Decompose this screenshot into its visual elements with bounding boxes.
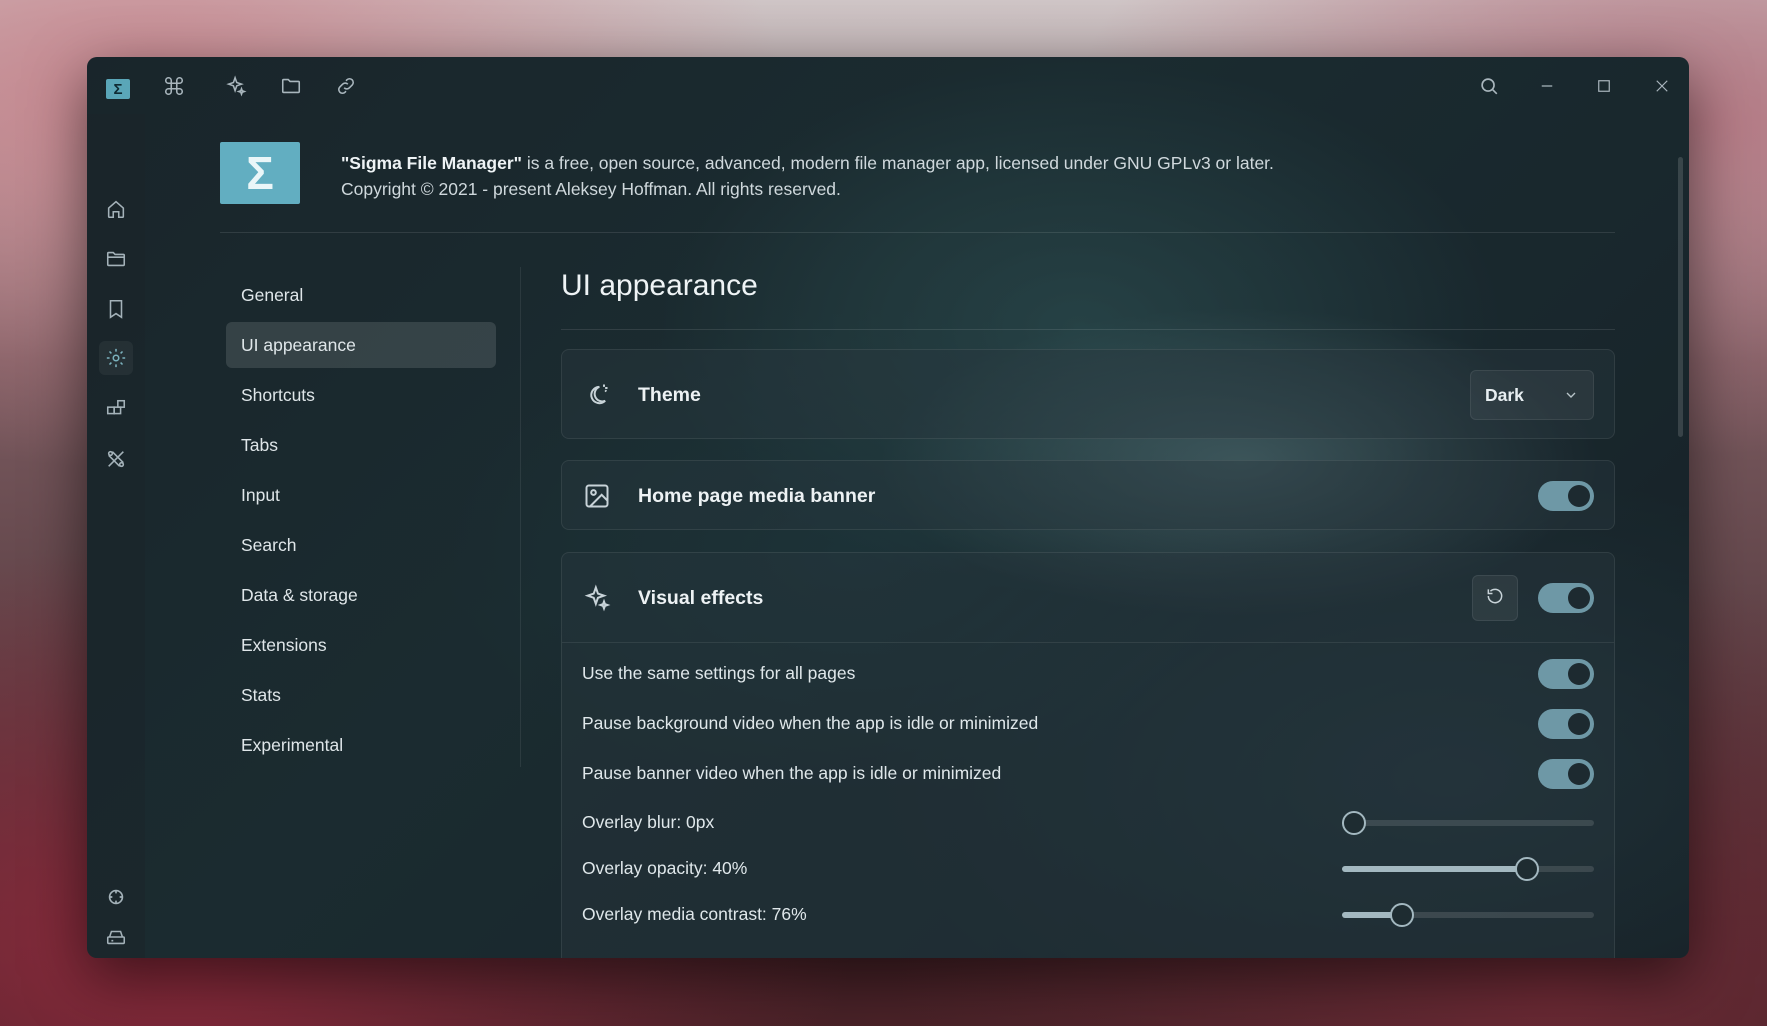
visual-effects-label: Visual effects: [638, 587, 764, 609]
toggle-knob: [1568, 587, 1590, 609]
visual-effects-toggle[interactable]: [1538, 583, 1594, 613]
title-divider: [561, 329, 1615, 330]
nav-item-search[interactable]: Search: [226, 522, 496, 568]
pause-banner-video-toggle[interactable]: [1538, 759, 1594, 789]
about-copyright: Copyright © 2021 - present Aleksey Hoffm…: [341, 179, 841, 199]
media-banner-label: Home page media banner: [638, 485, 876, 507]
overlay-opacity-label: Overlay opacity: 40%: [582, 858, 748, 878]
toggle-knob: [1568, 663, 1590, 685]
nav-item-ui-appearance[interactable]: UI appearance: [226, 322, 496, 368]
about-description: is a free, open source, advanced, modern…: [521, 153, 1274, 173]
media-banner-card: Home page media banner: [561, 460, 1615, 530]
pause-background-video-label: Pause background video when the app is i…: [582, 713, 1039, 733]
theme-icon: [582, 380, 612, 410]
slider-thumb[interactable]: [1515, 857, 1540, 881]
theme-label: Theme: [638, 384, 701, 406]
sparkles-icon[interactable]: [223, 73, 249, 99]
chevron-down-icon: [1563, 387, 1579, 408]
app-logo[interactable]: Σ: [106, 79, 130, 99]
sparkles-icon: [582, 583, 612, 613]
header-divider: [220, 232, 1615, 233]
visual-effects-card: Visual effects Use the same settings for…: [561, 552, 1615, 958]
about-app-name: "Sigma File Manager": [341, 153, 522, 173]
overlay-contrast-slider[interactable]: [1342, 903, 1594, 927]
nav-item-experimental[interactable]: Experimental: [226, 722, 496, 768]
home-icon[interactable]: [103, 196, 129, 222]
overlay-blur-slider[interactable]: [1342, 811, 1594, 835]
same-settings-label: Use the same settings for all pages: [582, 663, 856, 683]
pause-banner-video-label: Pause banner video when the app is idle …: [582, 763, 1002, 783]
folder-icon[interactable]: [278, 73, 304, 99]
slider-thumb[interactable]: [1342, 811, 1366, 835]
page-title: UI appearance: [561, 269, 758, 302]
title-bar: Σ: [87, 57, 1689, 114]
search-icon[interactable]: [1476, 73, 1502, 99]
maximize-icon[interactable]: [1591, 73, 1617, 99]
about-line-1: "Sigma File Manager" is a free, open sou…: [341, 150, 1274, 176]
toggle-knob: [1568, 763, 1590, 785]
command-icon[interactable]: [161, 73, 187, 99]
nav-item-data-storage[interactable]: Data & storage: [226, 572, 496, 618]
folder-icon[interactable]: [103, 246, 129, 272]
nav-divider: [520, 267, 521, 767]
nav-item-stats[interactable]: Stats: [226, 672, 496, 718]
link-icon[interactable]: [333, 73, 359, 99]
card-divider: [562, 642, 1614, 643]
nav-item-tabs[interactable]: Tabs: [226, 422, 496, 468]
navigation-rail: [87, 114, 145, 958]
nav-item-input[interactable]: Input: [226, 472, 496, 518]
overlay-contrast-label: Overlay media contrast: 76%: [582, 904, 807, 924]
same-settings-toggle[interactable]: [1538, 659, 1594, 689]
image-icon: [582, 481, 612, 511]
overlay-opacity-slider[interactable]: [1342, 857, 1594, 881]
slider-thumb[interactable]: [1389, 903, 1414, 927]
reset-button[interactable]: [1472, 575, 1518, 621]
about-text: "Sigma File Manager" is a free, open sou…: [341, 150, 1274, 202]
reset-icon: [1485, 586, 1505, 611]
toggle-knob: [1568, 485, 1590, 507]
media-banner-toggle[interactable]: [1538, 481, 1594, 511]
slider-fill: [1342, 866, 1528, 872]
extensions-icon[interactable]: [103, 396, 129, 422]
drive-icon[interactable]: [103, 924, 129, 950]
nav-item-shortcuts[interactable]: Shortcuts: [226, 372, 496, 418]
nav-item-extensions[interactable]: Extensions: [226, 622, 496, 668]
minimize-icon[interactable]: [1534, 73, 1560, 99]
settings-icon[interactable]: [99, 341, 133, 375]
toggle-knob: [1568, 713, 1590, 735]
close-icon[interactable]: [1649, 73, 1675, 99]
scrollbar[interactable]: [1678, 157, 1683, 437]
overlay-blur-label: Overlay blur: 0px: [582, 812, 715, 832]
pause-background-video-toggle[interactable]: [1538, 709, 1594, 739]
nav-item-general[interactable]: General: [226, 272, 496, 318]
settings-nav: General UI appearance Shortcuts Tabs Inp…: [226, 272, 496, 772]
bookmark-icon[interactable]: [103, 296, 129, 322]
about-app-logo: Σ: [220, 142, 300, 204]
theme-select-value: Dark: [1485, 384, 1524, 405]
sync-icon[interactable]: [103, 884, 129, 910]
theme-card: Theme Dark: [561, 349, 1615, 439]
app-window: Σ Σ "Sigma File Manager" is a free, open…: [87, 57, 1689, 958]
tools-icon[interactable]: [103, 446, 129, 472]
theme-select[interactable]: Dark: [1470, 370, 1594, 420]
